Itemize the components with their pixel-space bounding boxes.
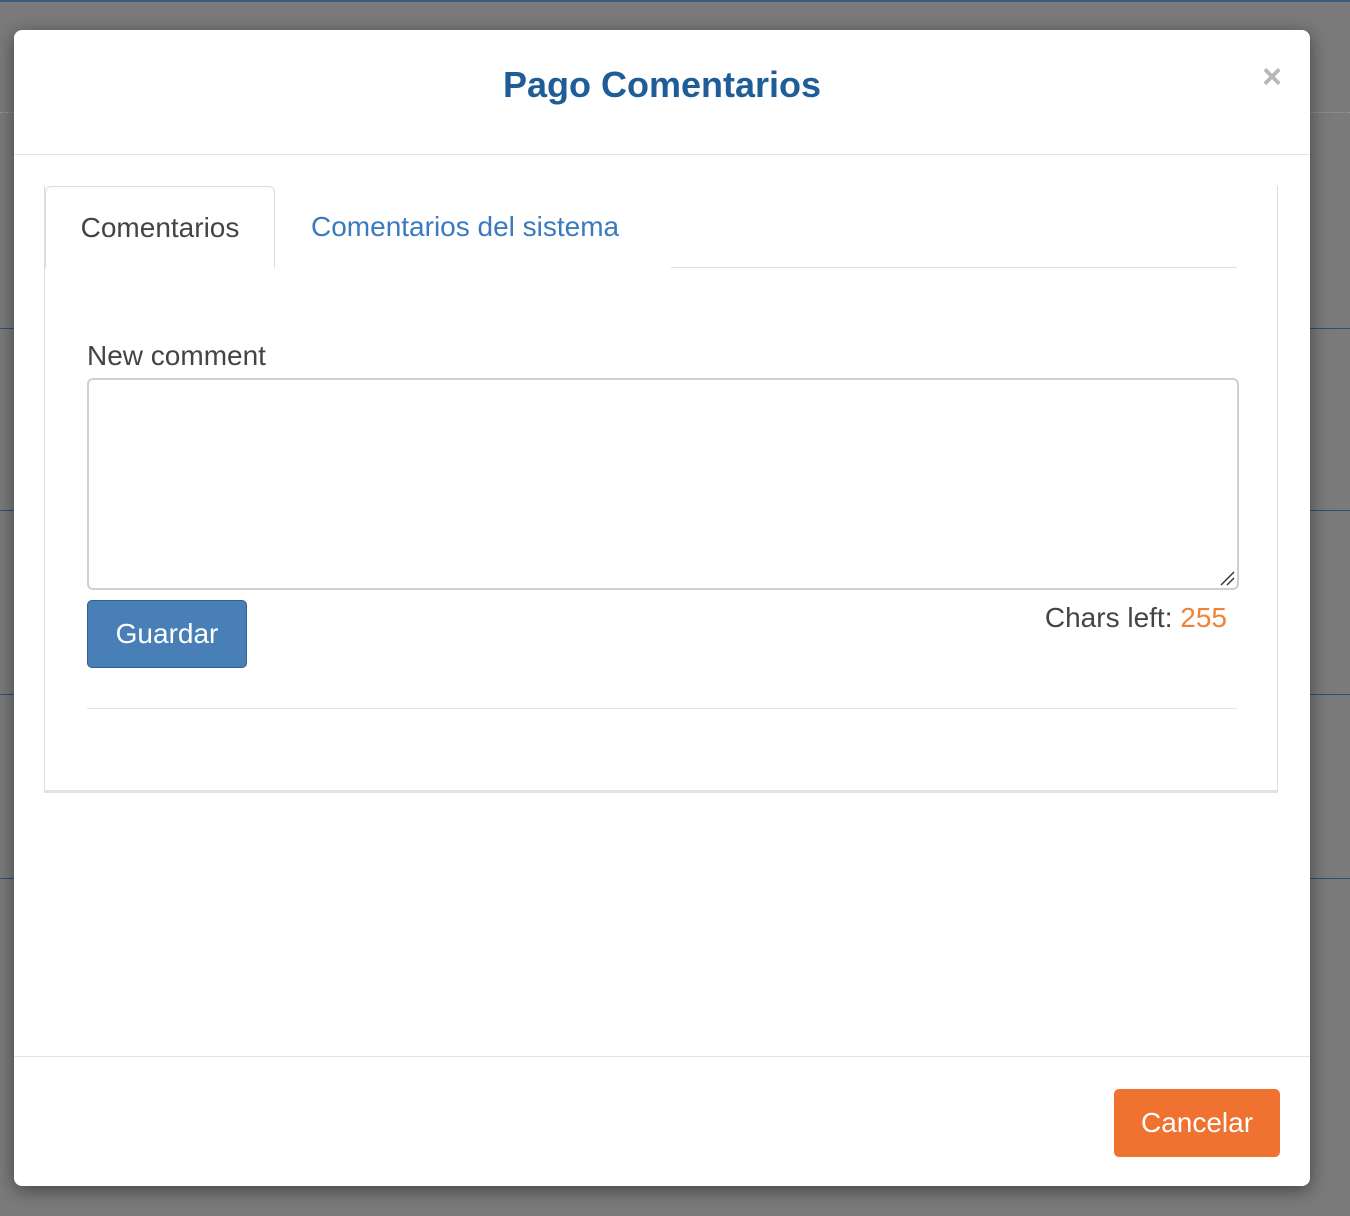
form-divider <box>87 708 1237 709</box>
modal-title: Pago Comentarios <box>502 64 822 105</box>
modal-header: Pago Comentarios × <box>14 30 1310 155</box>
resize-grip-icon[interactable] <box>1219 570 1235 586</box>
cancel-button[interactable]: Cancelar <box>1114 1089 1280 1157</box>
tab-comentarios[interactable]: Comentarios <box>45 186 275 268</box>
save-button[interactable]: Guardar <box>87 600 247 668</box>
chars-left-value: 255 <box>1180 602 1227 633</box>
tab-bar: Comentarios Comentarios del sistema <box>45 186 1237 268</box>
modal-footer: Cancelar <box>14 1056 1310 1186</box>
background-top-border <box>0 0 1350 2</box>
tab-bar-rule <box>671 267 1237 268</box>
close-icon[interactable]: × <box>1262 60 1282 94</box>
tab-comentarios-del-sistema[interactable]: Comentarios del sistema <box>311 186 619 268</box>
comments-modal: Pago Comentarios × Comentarios Comentari… <box>14 30 1310 1186</box>
chars-left-label: Chars left: <box>1044 602 1181 633</box>
tab-panel: Comentarios Comentarios del sistema New … <box>44 186 1278 793</box>
background-dotted-rule-left <box>0 112 14 113</box>
chars-left-counter: Chars left: 255 <box>1045 602 1227 634</box>
new-comment-textarea[interactable] <box>87 378 1239 590</box>
new-comment-label: New comment <box>87 340 266 371</box>
background-dotted-rule <box>1308 112 1350 113</box>
